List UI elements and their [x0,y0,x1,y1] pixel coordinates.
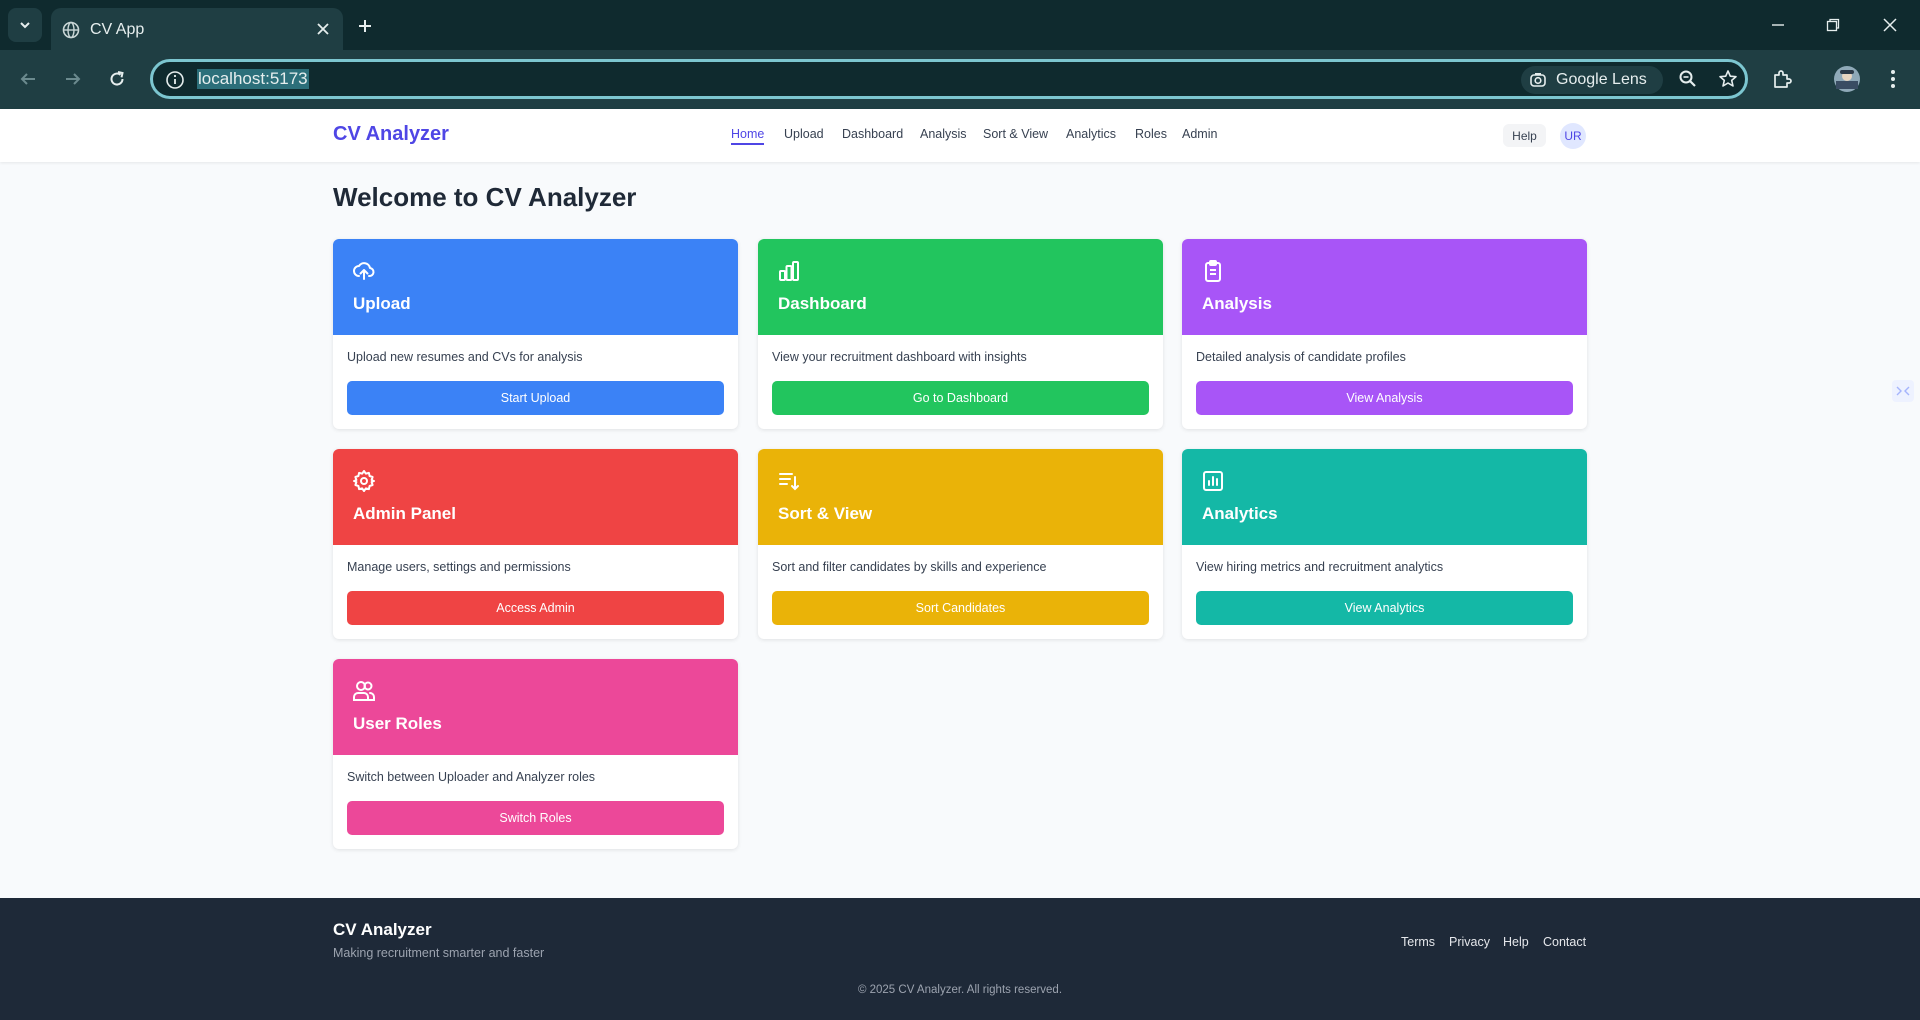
card-title: Analytics [1202,504,1278,523]
card-header: Dashboard [758,239,1163,335]
analytics-chart-icon [1203,471,1223,491]
card-header: Analytics [1182,449,1587,545]
plus-icon [359,20,371,32]
users-icon [353,681,375,701]
gear-icon [353,470,375,492]
url-text[interactable]: localhost:5173 [197,69,309,89]
footer: CV Analyzer Making recruitment smarter a… [0,898,1920,1020]
footer-link-terms[interactable]: Terms [1401,935,1435,949]
card-header: Sort & View [758,449,1163,545]
admin-panel-card: Admin Panel Manage users, settings and p… [333,449,738,639]
copyright-text: © 2025 CV Analyzer. All rights reserved. [857,984,1063,996]
access-admin-button[interactable]: Access Admin [347,591,724,625]
chevron-down-icon [20,22,30,29]
card-title: Dashboard [778,294,867,313]
footer-tagline: Making recruitment smarter and faster [333,946,545,960]
footer-link-help[interactable]: Help [1503,935,1529,949]
side-extension-widget-icon[interactable] [1892,380,1914,402]
zoom-icon[interactable] [1677,68,1699,90]
restore-button[interactable] [1820,12,1846,38]
browser-tabstrip: CV App [0,0,1920,50]
nav-dashboard[interactable]: Dashboard [842,127,903,141]
globe-icon [62,21,80,39]
arrow-left-icon [20,73,35,85]
nav-upload[interactable]: Upload [784,127,824,141]
card-description: Upload new resumes and CVs for analysis [347,350,583,364]
card-description: Manage users, settings and permissions [347,560,571,574]
card-header: Admin Panel [333,449,738,545]
start-upload-button[interactable]: Start Upload [347,381,724,415]
sort-candidates-button[interactable]: Sort Candidates [772,591,1149,625]
card-title: Upload [353,294,411,313]
app-header: CV Analyzer Home Upload Dashboard Analys… [0,109,1920,162]
analysis-card: Analysis Detailed analysis of candidate … [1182,239,1587,429]
tab-search-button[interactable] [8,8,42,42]
sort-list-icon [779,473,799,491]
bar-chart-icon [779,261,799,281]
new-tab-button[interactable] [352,13,378,39]
browser-toolbar: localhost:5173 Google Lens [0,50,1920,109]
browser-menu-icon[interactable] [1878,64,1908,94]
reload-button[interactable] [103,65,131,93]
view-analytics-button[interactable]: View Analytics [1196,591,1573,625]
card-description: Sort and filter candidates by skills and… [772,560,1047,574]
sort-view-card: Sort & View Sort and filter candidates b… [758,449,1163,639]
profile-avatar-icon[interactable] [1832,64,1862,94]
card-title: Admin Panel [353,504,456,523]
card-description: Detailed analysis of candidate profiles [1196,350,1406,364]
switch-roles-button[interactable]: Switch Roles [347,801,724,835]
card-title: Analysis [1202,294,1272,313]
dashboard-card: Dashboard View your recruitment dashboar… [758,239,1163,429]
site-info-icon[interactable] [165,70,185,90]
card-title: User Roles [353,714,442,733]
tab-title: CV App [90,21,145,38]
lens-camera-icon [1530,73,1546,87]
card-header: Analysis [1182,239,1587,335]
card-description: Switch between Uploader and Analyzer rol… [347,770,596,784]
reload-icon [110,71,124,86]
restore-icon [1826,18,1840,32]
nav-home[interactable]: Home [731,127,765,145]
google-lens-button[interactable]: Google Lens [1521,66,1663,94]
close-icon [1883,18,1897,32]
browser-tab[interactable]: CV App [51,8,343,50]
view-analysis-button[interactable]: View Analysis [1196,381,1573,415]
card-header: User Roles [333,659,738,755]
user-avatar[interactable]: UR [1560,123,1586,149]
help-button[interactable]: Help [1503,124,1546,147]
forward-button[interactable] [59,65,87,93]
nav-sort-view[interactable]: Sort & View [983,127,1048,141]
brand-logo[interactable]: CV Analyzer [333,123,449,146]
nav-roles[interactable]: Roles [1135,127,1167,141]
address-bar[interactable]: localhost:5173 Google Lens [150,59,1748,99]
nav-analysis[interactable]: Analysis [920,127,967,141]
close-tab-icon[interactable] [313,19,333,39]
minimize-icon [1772,24,1784,26]
nav-admin[interactable]: Admin [1182,127,1217,141]
bookmark-star-icon[interactable] [1717,68,1739,90]
card-title: Sort & View [778,504,873,523]
close-window-button[interactable] [1877,12,1903,38]
user-roles-card: User Roles Switch between Uploader and A… [333,659,738,849]
clipboard-icon [1205,260,1221,282]
google-lens-label: Google Lens [1556,71,1647,88]
footer-brand: CV Analyzer [333,920,432,939]
arrow-right-icon [66,73,81,85]
page-title: Welcome to CV Analyzer [333,182,637,212]
go-to-dashboard-button[interactable]: Go to Dashboard [772,381,1149,415]
nav-analytics[interactable]: Analytics [1066,127,1116,141]
upload-cloud-icon [353,262,375,280]
card-header: Upload [333,239,738,335]
footer-link-privacy[interactable]: Privacy [1449,935,1490,949]
analytics-card: Analytics View hiring metrics and recrui… [1182,449,1587,639]
back-button[interactable] [14,65,42,93]
extensions-icon[interactable] [1767,64,1797,94]
upload-card: Upload Upload new resumes and CVs for an… [333,239,738,429]
card-description: View hiring metrics and recruitment anal… [1196,560,1444,574]
minimize-button[interactable] [1765,12,1791,38]
card-description: View your recruitment dashboard with ins… [772,350,1027,364]
footer-link-contact[interactable]: Contact [1543,935,1586,949]
